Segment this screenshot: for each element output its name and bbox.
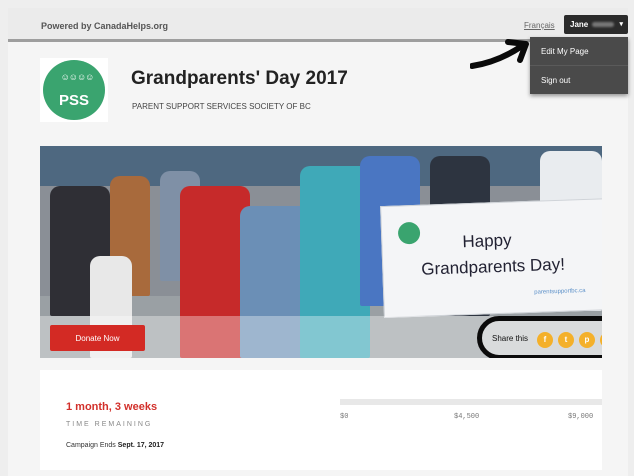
sign-out-item[interactable]: Sign out [530, 65, 628, 93]
progress-tick-start: $0 [340, 413, 349, 421]
page-title: Grandparents' Day 2017 [131, 68, 348, 89]
progress-tick-end: $9,000 [568, 413, 594, 421]
user-name: Jane [570, 20, 589, 29]
time-remaining-label: TIME REMAINING [66, 421, 153, 428]
language-toggle-link[interactable]: Français [524, 21, 555, 30]
people-icon: ☺☺☺☺ [60, 72, 95, 82]
twitter-icon[interactable]: t [558, 332, 574, 348]
edit-my-page-item[interactable]: Edit My Page [530, 37, 628, 65]
fundraising-progress-bar [340, 399, 602, 405]
share-label: Share this [492, 334, 529, 343]
organization-logo: ☺☺☺☺ PSS [40, 58, 108, 122]
user-menu-button[interactable]: Jane ▾ [564, 15, 628, 34]
banner-url: parentsupportbc.ca [534, 288, 586, 296]
organization-name[interactable]: PARENT SUPPORT SERVICES SOCIETY OF BC [132, 102, 311, 111]
pinterest-icon[interactable]: p [579, 332, 595, 348]
time-remaining-value: 1 month, 3 weeks [66, 401, 158, 413]
banner-logo [397, 221, 421, 245]
banner-line-1: Happy [462, 230, 512, 252]
redacted-surname [592, 22, 615, 28]
banner-line-2: Grandparents Day! [421, 254, 566, 279]
campaign-stats: 1 month, 3 weeks TIME REMAINING Campaign… [40, 370, 602, 470]
campaign-ends-date: Sept. 17, 2017 [117, 442, 165, 449]
share-bar: Share this f t p ✉ [477, 316, 602, 358]
banner-logo-caption [397, 247, 433, 258]
caret-down-icon: ▾ [619, 21, 623, 28]
email-icon[interactable]: ✉ [600, 332, 602, 348]
powered-by-link[interactable]: Powered by CanadaHelps.org [41, 21, 168, 31]
campaign-ends-prefix: Campaign Ends [66, 442, 116, 449]
campaign-end-date: Campaign Ends Sept. 17, 2017 [66, 442, 164, 449]
logo-text: PSS [58, 92, 89, 109]
logo-circle: ☺☺☺☺ PSS [43, 60, 105, 120]
donate-now-button[interactable]: Donate Now [50, 325, 145, 351]
hand-drawn-arrow-icon [470, 39, 529, 69]
facebook-icon[interactable]: f [537, 332, 553, 348]
campaign-page: Powered by CanadaHelps.org Français Jane… [8, 8, 628, 476]
grandparents-day-banner: Happy Grandparents Day! parentsupportbc.… [380, 197, 602, 319]
progress-tick-mid: $4,500 [454, 413, 480, 421]
user-dropdown-menu: Edit My Page Sign out [530, 37, 628, 94]
hero-image: Happy Grandparents Day! parentsupportbc.… [40, 146, 602, 358]
